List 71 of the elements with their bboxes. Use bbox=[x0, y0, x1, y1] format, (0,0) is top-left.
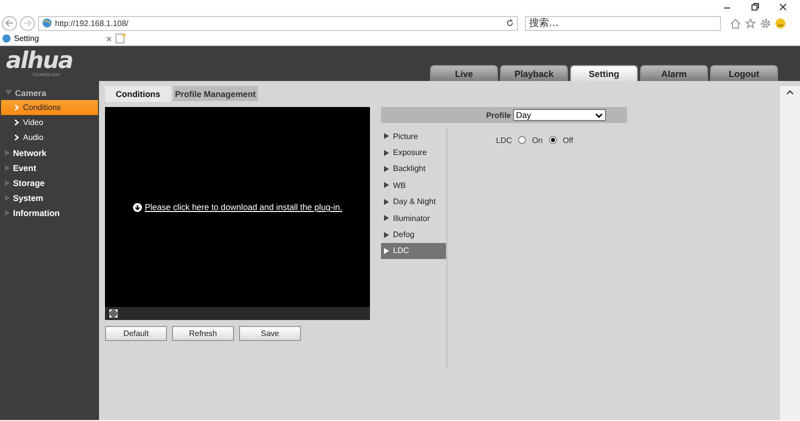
sidebar-item[interactable]: System bbox=[0, 190, 99, 205]
triangle-icon bbox=[384, 232, 389, 238]
search-field[interactable]: 搜索... bbox=[525, 16, 721, 30]
triangle-icon bbox=[5, 210, 10, 216]
chevron-icon bbox=[14, 134, 19, 141]
triangle-icon bbox=[384, 215, 389, 222]
triangle-icon bbox=[5, 150, 10, 156]
scroll-up-icon[interactable] bbox=[786, 90, 794, 95]
radio-label: Off bbox=[562, 136, 574, 144]
chevron-icon bbox=[595, 112, 603, 118]
action-button[interactable]: Default bbox=[105, 326, 167, 341]
sidebar-subitem[interactable]: Audio bbox=[1, 130, 98, 145]
sidebar-item[interactable]: Event bbox=[0, 160, 99, 175]
download-icon bbox=[132, 202, 142, 212]
globe-icon bbox=[42, 18, 52, 28]
globe-icon bbox=[2, 34, 11, 43]
address-field[interactable]: http://192.168.1.108/ bbox=[38, 16, 518, 30]
radio-button[interactable] bbox=[518, 136, 526, 144]
nav-tab[interactable]: Setting bbox=[570, 65, 638, 81]
sidebar-item[interactable]: Storage bbox=[0, 175, 99, 190]
arrow-icon bbox=[23, 19, 32, 27]
nav-tab[interactable]: Alarm bbox=[640, 65, 708, 81]
back-button[interactable] bbox=[2, 16, 17, 30]
sidebar-subitem[interactable]: Video bbox=[1, 115, 98, 130]
menu-item[interactable]: Exposure bbox=[381, 144, 446, 161]
arrow-icon bbox=[5, 19, 14, 27]
home-icon[interactable] bbox=[730, 18, 741, 28]
restore-icon[interactable] bbox=[750, 2, 760, 12]
triangle-icon bbox=[384, 182, 389, 188]
nav-tab[interactable]: Playback bbox=[500, 65, 568, 81]
profile-label: Profile bbox=[486, 110, 511, 120]
fullscreen-icon[interactable] bbox=[109, 309, 118, 318]
triangle-icon bbox=[384, 150, 389, 156]
triangle-icon bbox=[384, 248, 389, 254]
triangle-icon bbox=[384, 133, 389, 140]
action-button[interactable]: Refresh bbox=[172, 326, 234, 341]
menu-item[interactable]: LDC bbox=[381, 242, 446, 260]
ldc-label: LDC bbox=[496, 136, 512, 144]
nav-tab[interactable]: Live bbox=[430, 65, 498, 81]
chevron-icon bbox=[14, 119, 19, 126]
browser-tab[interactable]: Setting bbox=[0, 32, 112, 44]
menu-item[interactable]: Illuminator bbox=[381, 210, 446, 226]
smiley-icon[interactable] bbox=[775, 18, 786, 28]
triangle-icon bbox=[5, 180, 10, 186]
sidebar-item[interactable]: Camera bbox=[0, 85, 99, 100]
star-icon[interactable] bbox=[745, 18, 756, 28]
refresh-icon[interactable] bbox=[506, 19, 514, 27]
radio-label: On bbox=[532, 136, 543, 144]
triangle-icon bbox=[5, 164, 10, 170]
settings-icon[interactable] bbox=[760, 18, 771, 28]
caret-icon bbox=[5, 90, 12, 95]
action-button[interactable]: Save bbox=[239, 326, 301, 341]
menu-item[interactable]: Backlight bbox=[381, 160, 446, 178]
profile-dropdown[interactable]: Day bbox=[513, 109, 606, 121]
menu-item[interactable]: WB bbox=[381, 177, 446, 194]
tab[interactable]: Conditions bbox=[105, 86, 171, 102]
tab[interactable]: Profile Management bbox=[173, 86, 258, 101]
sidebar-item[interactable]: Information bbox=[0, 205, 99, 220]
triangle-icon bbox=[384, 166, 389, 172]
chevron-icon bbox=[14, 104, 19, 111]
menu-item[interactable]: Day & Night bbox=[381, 194, 446, 210]
plugin-link[interactable]: Please click here to download and install the plug-in. bbox=[144, 202, 342, 212]
menu-item[interactable]: Defog bbox=[381, 226, 446, 243]
sidebar-subitem[interactable]: Conditions bbox=[1, 100, 98, 115]
menu-item[interactable]: Picture bbox=[381, 128, 446, 144]
sidebar-item[interactable]: Network bbox=[0, 145, 99, 160]
triangle-icon bbox=[384, 198, 389, 205]
triangle-icon bbox=[5, 194, 10, 200]
radio-button[interactable] bbox=[548, 136, 557, 144]
nav-tab[interactable]: Logout bbox=[710, 65, 778, 81]
close-icon[interactable] bbox=[778, 2, 788, 12]
